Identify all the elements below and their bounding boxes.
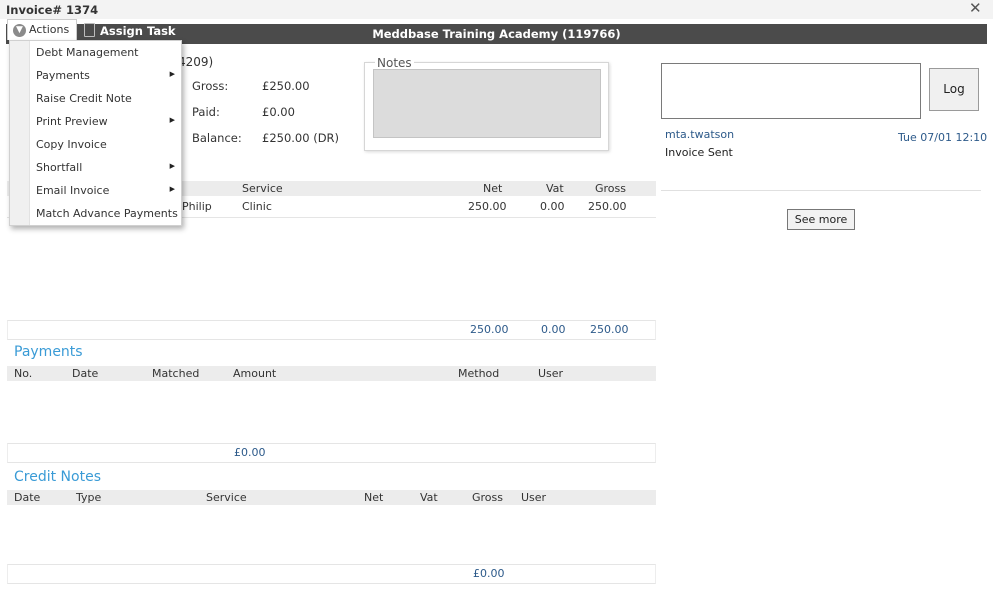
column-header-date: Date [72,367,99,380]
menu-item-print-preview[interactable]: Print Preview ▶ [36,115,181,135]
menu-item-payments[interactable]: Payments ▶ [36,69,181,89]
balance-label: Balance: [192,131,242,145]
column-header-date: Date [14,491,41,504]
down-arrow-circle-icon: ▼ [13,24,26,37]
balance-value: £250.00 (DR) [262,131,340,145]
column-header-service: Service [206,491,247,504]
gross-value: £250.00 [262,79,310,93]
notes-legend: Notes [375,56,414,70]
item-net: 250.00 [468,200,507,213]
menu-item-debt-management[interactable]: Debt Management [36,46,181,66]
log-entry-message: Invoice Sent [665,146,733,159]
paid-value: £0.00 [262,105,295,119]
item-vat: 0.00 [540,200,565,213]
paid-label: Paid: [192,105,220,119]
column-header-service: Service [242,182,283,195]
log-entry-date: Tue 07/01 12:10 [898,131,988,144]
column-header-user: User [521,491,547,504]
column-header-amount: Amount [233,367,277,380]
menu-item-label: Payments [36,69,90,82]
menu-item-label: Raise Credit Note [36,92,132,105]
column-header-method: Method [458,367,500,380]
column-header-no: No. [14,367,33,380]
close-icon[interactable]: ✕ [969,0,982,17]
column-header-vat: Vat [420,491,438,504]
total-vat: 0.00 [541,323,566,336]
total-net: 250.00 [470,323,509,336]
menu-item-email-invoice[interactable]: Email Invoice ▶ [36,184,181,204]
notes-textarea[interactable] [373,69,601,138]
payments-title: Payments [14,344,83,360]
credit-notes-totals-row [7,564,656,584]
gross-label: Gross: [192,79,229,93]
column-header-vat: Vat [546,182,564,195]
actions-button[interactable]: ▼ Actions [7,19,77,40]
log-divider [661,190,981,191]
menu-item-raise-credit-note[interactable]: Raise Credit Note [36,92,181,112]
menu-item-shortfall[interactable]: Shortfall ▶ [36,161,181,181]
menu-icon-strip [10,41,30,225]
window-titlebar: Invoice# 1374 ✕ [0,0,993,19]
column-header-matched: Matched [152,367,200,380]
submenu-arrow-icon: ▶ [169,162,175,170]
assign-task-label: Assign Task [100,24,176,38]
menu-item-label: Match Advance Payments [36,207,178,220]
column-header-net: Net [364,491,384,504]
menu-item-label: Copy Invoice [36,138,107,151]
actions-menu: Debt Management Payments ▶ Raise Credit N… [9,40,182,226]
item-service: Clinic [242,200,272,213]
column-header-gross: Gross [472,491,503,504]
menu-item-label: Email Invoice [36,184,110,197]
column-header-user: User [538,367,564,380]
menu-item-label: Shortfall [36,161,83,174]
menu-item-match-advance-payments[interactable]: Match Advance Payments [36,207,181,227]
actions-label: Actions [29,23,70,36]
column-header-type: Type [76,491,102,504]
credit-notes-title: Credit Notes [14,469,101,485]
invoice-id-partial: 4209) [178,55,214,69]
notes-panel: Notes [364,56,609,151]
submenu-arrow-icon: ▶ [169,70,175,78]
log-entry-user[interactable]: mta.twatson [665,128,734,141]
window-title: Invoice# 1374 [6,3,99,17]
menu-item-copy-invoice[interactable]: Copy Invoice [36,138,181,158]
credit-notes-table-header [7,490,656,505]
total-gross: 250.00 [590,323,629,336]
column-header-net: Net [483,182,503,195]
see-more-button[interactable]: See more [787,209,855,230]
payments-totals-row [7,443,656,463]
clipboard-icon [84,23,95,37]
column-header-gross: Gross [595,182,626,195]
submenu-arrow-icon: ▶ [169,185,175,193]
item-patient: Philip [182,200,212,213]
menu-item-label: Print Preview [36,115,108,128]
payments-total-amount: £0.00 [234,446,266,459]
credit-notes-total-gross: £0.00 [473,567,505,580]
submenu-arrow-icon: ▶ [169,116,175,124]
log-button[interactable]: Log [929,68,979,111]
menu-item-label: Debt Management [36,46,139,59]
log-input[interactable] [661,63,921,119]
item-gross: 250.00 [588,200,627,213]
